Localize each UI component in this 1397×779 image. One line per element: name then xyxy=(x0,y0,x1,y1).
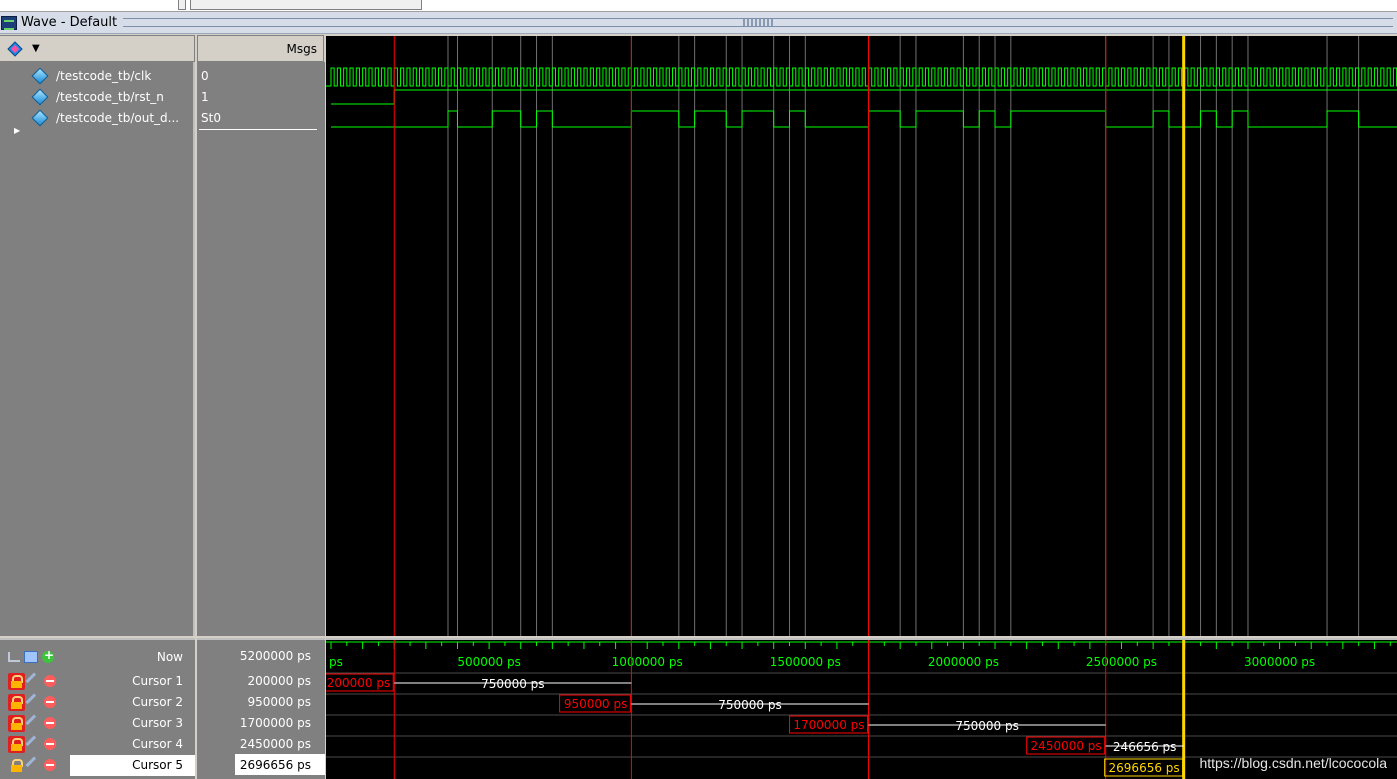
wave-window-icon xyxy=(1,15,17,30)
clk-wave xyxy=(326,67,1397,87)
signal-row-rst-n[interactable]: /testcode_tb/rst_n xyxy=(31,86,164,107)
cursor-1-icons xyxy=(8,672,60,690)
signal-diamond-icon xyxy=(31,109,49,126)
delta-label: 750000 ps xyxy=(481,677,545,691)
insert-marker-icon: ▶ xyxy=(14,126,21,135)
title-bar[interactable]: Wave - Default xyxy=(0,12,1397,34)
signal-palette-icon[interactable] xyxy=(6,41,24,57)
cursor-row-1[interactable]: Cursor 1 xyxy=(0,671,195,692)
cursor-row-2[interactable]: Cursor 2 xyxy=(0,692,195,713)
signal-name: /testcode_tb/clk xyxy=(56,68,152,83)
timeline-label: 3000000 ps xyxy=(1244,655,1315,669)
wave-window: Wave - Default ▼ Msgs /testcode_tb/clk /… xyxy=(0,0,1397,779)
signal-name: /testcode_tb/rst_n xyxy=(56,89,164,104)
cursor-label: Cursor 3 xyxy=(132,716,183,730)
wrench-icon[interactable] xyxy=(25,672,43,690)
cursor-row-4[interactable]: Cursor 4 xyxy=(0,734,195,755)
cursor-time-label: 2696656 ps xyxy=(1109,761,1180,775)
out-d-wave xyxy=(331,110,1397,128)
remove-cursor-icon[interactable] xyxy=(44,675,56,687)
window-title: Wave - Default xyxy=(21,15,118,30)
lock-icon[interactable] xyxy=(8,694,25,711)
lock-icon[interactable] xyxy=(8,673,25,690)
cursor-3-icons xyxy=(8,714,60,732)
cursor-value: 2450000 ps xyxy=(239,736,311,751)
remove-cursor-icon[interactable] xyxy=(44,738,56,750)
signal-value-clk: 0 xyxy=(201,68,209,83)
cursor-value: 200000 ps xyxy=(247,673,312,688)
timeline-label: 1000000 ps xyxy=(612,655,683,669)
timeline-label: 2500000 ps xyxy=(1086,655,1157,669)
signal-row-out-d[interactable]: /testcode_tb/out_d... xyxy=(31,107,180,128)
remove-cursor-icon[interactable] xyxy=(44,717,56,729)
chevron-down-icon[interactable]: ▼ xyxy=(32,43,40,54)
toolbar-segment xyxy=(178,0,186,10)
outer-toolbar-strip xyxy=(0,0,1397,12)
rst-n-wave xyxy=(331,89,1397,105)
timeline-label: 500000 ps xyxy=(457,655,520,669)
cursor-value: 1700000 ps xyxy=(239,715,311,730)
cursor-label: Cursor 1 xyxy=(132,674,183,688)
name-column-header: ▼ xyxy=(0,35,195,62)
cursor-value: 950000 ps xyxy=(247,694,312,709)
cursor-2-icons xyxy=(8,693,60,711)
cursor-label: Cursor 5 xyxy=(132,758,183,772)
timeline-label: 1500000 ps xyxy=(770,655,841,669)
title-drag-grip[interactable] xyxy=(123,18,1393,27)
cursor-value-pane: 5200000 ps 200000 ps 950000 ps 1700000 p… xyxy=(197,638,325,779)
signal-diamond-icon xyxy=(31,67,49,84)
cursor-label: Cursor 4 xyxy=(132,737,183,751)
cursor-tools xyxy=(8,648,60,666)
msgs-column-header: Msgs xyxy=(197,35,324,62)
wrench-icon[interactable] xyxy=(25,714,43,732)
lock-icon[interactable] xyxy=(8,736,25,753)
cursor-time-label: 950000 ps xyxy=(564,697,628,711)
signal-value-pane[interactable]: 0 1 St0 xyxy=(197,62,325,636)
toolbar-segment xyxy=(190,0,422,10)
cursor-name-pane: Now Cursor 1 Cursor 2 Cursor 3 xyxy=(0,638,195,779)
unlock-icon[interactable] xyxy=(8,757,25,774)
cursor-4-icons xyxy=(8,735,60,753)
signal-name: /testcode_tb/out_d... xyxy=(56,110,180,125)
remove-cursor-icon[interactable] xyxy=(44,696,56,708)
signal-name-list[interactable]: /testcode_tb/clk /testcode_tb/rst_n /tes… xyxy=(6,62,193,636)
delta-label: 750000 ps xyxy=(718,698,782,712)
cursor-time-label: 1700000 ps xyxy=(793,718,864,732)
wrench-icon[interactable] xyxy=(25,735,43,753)
signal-value-out-d: St0 xyxy=(201,110,221,125)
watermark: https://blog.csdn.net/lcococola xyxy=(1199,755,1387,771)
timeline-label: 2000000 ps xyxy=(928,655,999,669)
signal-diamond-icon xyxy=(31,88,49,105)
delta-label: 750000 ps xyxy=(955,719,1019,733)
now-value: 5200000 ps xyxy=(239,648,311,663)
cursor-label: Cursor 2 xyxy=(132,695,183,709)
edit-cursor-icon[interactable] xyxy=(24,651,38,663)
timeline-start-label: ps xyxy=(329,655,343,669)
cursor-value-active[interactable]: 2696656 ps xyxy=(235,754,325,775)
wrench-icon[interactable] xyxy=(25,693,43,711)
delta-label: 246656 ps xyxy=(1113,740,1177,754)
signal-value-rst-n: 1 xyxy=(201,89,209,104)
waveform-canvas[interactable] xyxy=(326,36,1397,636)
wrench-icon[interactable] xyxy=(25,756,43,774)
signal-name-pane[interactable]: /testcode_tb/clk /testcode_tb/rst_n /tes… xyxy=(0,62,195,636)
signal-row-clk[interactable]: /testcode_tb/clk xyxy=(31,65,152,86)
cursor-row-5[interactable]: Cursor 5 xyxy=(70,755,195,776)
now-label: Now xyxy=(156,650,183,664)
waveform-pane[interactable] xyxy=(326,36,1397,636)
value-divider xyxy=(199,129,317,130)
add-cursor-icon[interactable] xyxy=(42,648,54,663)
remove-cursor-icon[interactable] xyxy=(44,759,56,771)
cursor-time-label: 2450000 ps xyxy=(1031,739,1102,753)
cursor-time-label: 200000 ps xyxy=(327,676,391,690)
lock-icon[interactable] xyxy=(8,715,25,732)
zoom-axis-icon[interactable] xyxy=(8,652,20,662)
cursor-5-icons xyxy=(8,756,60,774)
cursor-row-3[interactable]: Cursor 3 xyxy=(0,713,195,734)
